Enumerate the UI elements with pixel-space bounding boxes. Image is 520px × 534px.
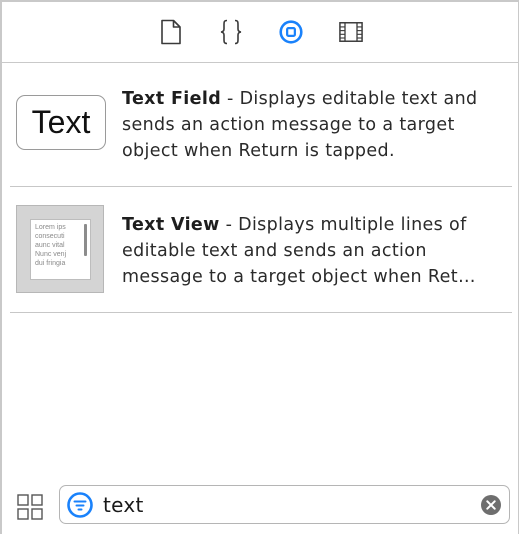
- grid-view-button[interactable]: [17, 494, 44, 521]
- library-item-text-view[interactable]: Lorem ips consecuti aunc vital Nunc venj…: [10, 187, 512, 312]
- filter-icon[interactable]: [67, 492, 93, 518]
- tab-file-inspector[interactable]: [159, 19, 183, 45]
- text-view-page: Lorem ips consecuti aunc vital Nunc venj…: [30, 219, 91, 280]
- text-field-thumbnail: Text: [16, 95, 106, 150]
- item-title: Text View: [122, 215, 220, 235]
- divider: [10, 312, 512, 313]
- item-description: Text View - Displays multiple lines of e…: [122, 212, 492, 290]
- scroll-indicator: [84, 224, 87, 256]
- clear-icon[interactable]: [481, 495, 501, 515]
- thumbnail-line: consecuti: [35, 233, 65, 240]
- grid-view-icon: [17, 494, 43, 520]
- tab-media-library[interactable]: [338, 19, 363, 45]
- item-description: Text Field - Displays editable text and …: [122, 86, 492, 164]
- text-view-thumbnail: Lorem ips consecuti aunc vital Nunc venj…: [16, 205, 104, 293]
- inspector-tab-bar: [2, 2, 519, 63]
- object-library-icon: [278, 20, 303, 44]
- thumbnail-line: Nunc venj: [35, 251, 67, 258]
- thumbnail-line: dui fringia: [35, 260, 66, 267]
- tab-quick-help[interactable]: [219, 19, 243, 45]
- search-input-value[interactable]: text: [103, 494, 144, 516]
- library-filter-bar: text: [2, 480, 519, 534]
- film-strip-icon: [338, 22, 363, 42]
- tab-object-library[interactable]: [278, 19, 303, 45]
- document-icon: [160, 19, 181, 45]
- thumbnail-line: Lorem ips: [35, 224, 66, 231]
- thumbnail-text: Text: [31, 104, 91, 140]
- item-title: Text Field: [122, 89, 222, 109]
- filter-search-field[interactable]: text: [59, 485, 510, 524]
- library-item-text-field[interactable]: Text Text Field - Displays editable text…: [10, 62, 512, 186]
- thumbnail-line: aunc vital: [35, 242, 65, 249]
- braces-icon: [220, 19, 241, 45]
